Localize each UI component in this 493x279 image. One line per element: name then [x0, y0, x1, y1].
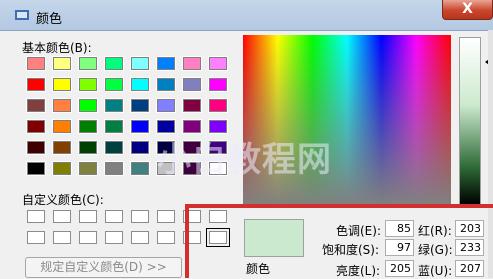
basic-color-swatch[interactable] — [26, 161, 46, 176]
custom-color-swatch[interactable] — [53, 231, 71, 244]
basic-color-swatch[interactable] — [130, 119, 150, 134]
basic-color-swatch[interactable] — [78, 77, 98, 92]
basic-color-swatch[interactable] — [78, 56, 98, 71]
title-bar: 颜色 X — [0, 0, 493, 31]
basic-color-swatch[interactable] — [130, 161, 150, 176]
custom-color-swatch[interactable] — [157, 210, 175, 223]
basic-color-swatch[interactable] — [52, 161, 72, 176]
highlight-frame — [185, 204, 493, 278]
custom-color-swatch[interactable] — [131, 210, 149, 223]
basic-color-swatch[interactable] — [78, 140, 98, 155]
custom-color-swatch[interactable] — [105, 210, 123, 223]
basic-color-swatch[interactable] — [78, 119, 98, 134]
basic-color-swatch[interactable] — [78, 161, 98, 176]
custom-color-swatch[interactable] — [157, 231, 175, 244]
luminance-slider[interactable] — [459, 37, 481, 205]
basic-color-swatch[interactable] — [104, 119, 124, 134]
basic-color-swatch[interactable] — [104, 56, 124, 71]
custom-color-swatch[interactable] — [79, 231, 97, 244]
basic-color-swatch[interactable] — [52, 56, 72, 71]
basic-color-swatch[interactable] — [26, 140, 46, 155]
basic-color-swatch[interactable] — [52, 98, 72, 113]
basic-color-swatch[interactable] — [182, 77, 202, 92]
basic-color-swatch[interactable] — [130, 98, 150, 113]
custom-color-swatch[interactable] — [79, 210, 97, 223]
basic-color-swatch[interactable] — [104, 98, 124, 113]
define-custom-colors-button[interactable]: 规定自定义颜色(D) >> — [25, 257, 182, 278]
basic-color-swatch[interactable] — [156, 56, 176, 71]
custom-color-swatch[interactable] — [27, 231, 45, 244]
watermark: 小白教程网 — [157, 140, 332, 180]
basic-color-swatch[interactable] — [130, 140, 150, 155]
basic-color-swatch[interactable] — [182, 98, 202, 113]
basic-color-swatch[interactable] — [130, 77, 150, 92]
window-title: 颜色 — [36, 12, 63, 27]
basic-color-swatch[interactable] — [104, 77, 124, 92]
basic-color-swatch[interactable] — [52, 119, 72, 134]
basic-color-swatch[interactable] — [208, 98, 228, 113]
basic-color-swatch[interactable] — [182, 56, 202, 71]
custom-color-swatch[interactable] — [105, 231, 123, 244]
basic-color-swatch[interactable] — [26, 56, 46, 71]
basic-color-swatch[interactable] — [78, 98, 98, 113]
basic-color-swatch[interactable] — [52, 77, 72, 92]
custom-colors-label: 自定义颜色(C): — [22, 193, 104, 207]
custom-color-swatch[interactable] — [53, 210, 71, 223]
basic-color-swatch[interactable] — [130, 56, 150, 71]
custom-color-swatch[interactable] — [27, 210, 45, 223]
basic-color-swatch[interactable] — [26, 77, 46, 92]
custom-color-swatch[interactable] — [131, 231, 149, 244]
basic-color-swatch[interactable] — [26, 98, 46, 113]
app-icon — [15, 10, 29, 20]
basic-color-swatch[interactable] — [52, 140, 72, 155]
basic-color-swatch[interactable] — [156, 98, 176, 113]
basic-color-swatch[interactable] — [208, 56, 228, 71]
basic-color-swatch[interactable] — [104, 161, 124, 176]
basic-color-swatch[interactable] — [26, 119, 46, 134]
basic-color-swatch[interactable] — [208, 77, 228, 92]
basic-colors-label: 基本颜色(B): — [22, 41, 92, 55]
basic-color-swatch[interactable] — [156, 77, 176, 92]
basic-color-swatch[interactable] — [104, 140, 124, 155]
close-button[interactable]: X — [442, 0, 493, 20]
